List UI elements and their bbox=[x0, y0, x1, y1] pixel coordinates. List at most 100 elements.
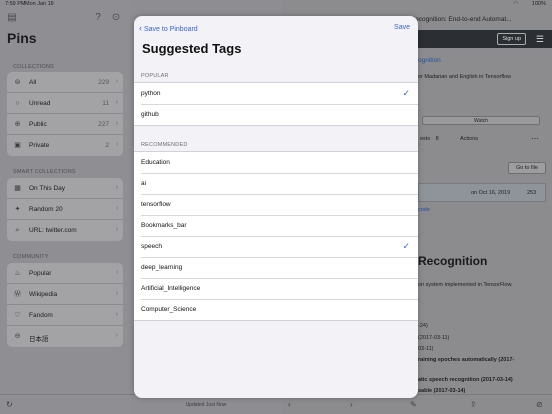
sidebar-item-label: Popular bbox=[29, 270, 52, 277]
globe-icon: ⊕ bbox=[14, 121, 21, 128]
sidebar-item-label: On This Day bbox=[29, 185, 66, 192]
readme-heading: Recognition bbox=[418, 254, 488, 268]
tag-row-python[interactable]: python ✓ bbox=[134, 83, 418, 104]
sidebar: ▤ ? ⊙ Pins COLLECTIONS ⊜ All 229 › ○ Unr… bbox=[0, 0, 130, 414]
repo-link[interactable]: ognition bbox=[418, 57, 441, 64]
sidebar-toolbar: ▤ ? ⊙ bbox=[6, 12, 124, 26]
sidebar-item-all[interactable]: ⊜ All 229 › bbox=[7, 72, 123, 93]
go-to-file-button[interactable]: Go to file bbox=[508, 162, 546, 174]
sidebar-toggle-icon[interactable]: ▤ bbox=[6, 12, 18, 24]
sidebar-item-label: URL: twitter.com bbox=[29, 227, 77, 234]
sidebar-item-popular[interactable]: ♨ Popular › bbox=[7, 263, 123, 284]
sidebar-item-fandom[interactable]: ♡ Fandom › bbox=[7, 305, 123, 326]
tag-row-computer-science[interactable]: Computer_Science bbox=[134, 299, 418, 320]
sidebar-item-label: Public bbox=[29, 121, 47, 128]
settings-icon[interactable]: ⊙ bbox=[110, 12, 122, 24]
chevron-right-icon: › bbox=[115, 184, 118, 191]
sidebar-item-count: 2 bbox=[105, 142, 109, 149]
readme-line: 03-11) bbox=[418, 346, 434, 352]
sidebar-item-japanese[interactable]: ⊖ 日本語 › bbox=[7, 326, 123, 347]
sidebar-title: Pins bbox=[7, 30, 37, 46]
updated-status: Updated Just Now bbox=[185, 402, 227, 408]
sparkle-icon: ✦ bbox=[14, 206, 21, 213]
readme-line: atic speech recognition (2017-03-14) bbox=[418, 377, 513, 383]
checkmark-icon: ✓ bbox=[402, 241, 410, 251]
back-to-pinboard-button[interactable]: ‹ Save to Pinboard bbox=[139, 23, 198, 33]
checkmark-icon: ✓ bbox=[402, 88, 410, 98]
tag-label: python bbox=[141, 90, 161, 97]
popular-header: POPULAR bbox=[141, 73, 169, 79]
flame-icon: ♨ bbox=[14, 270, 21, 277]
compass-icon[interactable]: ⊘ bbox=[536, 400, 543, 409]
tag-label: Bookmarks_bar bbox=[141, 222, 187, 229]
chevron-right-icon: › bbox=[115, 120, 118, 127]
readme-line: -24) bbox=[418, 323, 428, 329]
back-button-label: Save to Pinboard bbox=[144, 26, 198, 33]
circle-icon: ○ bbox=[15, 100, 20, 107]
commit-date: on Oct 16, 2019 bbox=[471, 190, 511, 196]
lock-icon: ▣ bbox=[14, 142, 21, 149]
sidebar-item-label: Private bbox=[29, 142, 50, 149]
sidebar-item-label: Unread bbox=[29, 100, 51, 107]
actions-tab[interactable]: Actions bbox=[460, 136, 478, 142]
tag-row-bookmarks-bar[interactable]: Bookmarks_bar bbox=[134, 215, 418, 236]
tag-label: github bbox=[141, 111, 159, 118]
chevron-left-icon: ‹ bbox=[139, 23, 142, 33]
signup-button[interactable]: Sign up bbox=[497, 33, 526, 45]
chevron-right-icon: › bbox=[115, 141, 118, 148]
tag-row-education[interactable]: Education bbox=[134, 152, 418, 173]
forward-arrow-icon[interactable]: › bbox=[350, 400, 353, 409]
smart-collections-group: ▦ On This Day › ✦ Random 20 › ⌕ URL: twi… bbox=[7, 178, 123, 241]
tag-label: Artificial_Intelligence bbox=[141, 285, 201, 292]
save-button[interactable]: Save bbox=[394, 24, 410, 31]
sidebar-item-unread[interactable]: ○ Unread 11 › bbox=[7, 93, 123, 114]
tag-row-tensorflow[interactable]: tensorflow bbox=[134, 194, 418, 215]
edit-icon[interactable]: ✎ bbox=[410, 400, 417, 409]
wifi-icon: ◠ bbox=[513, 1, 518, 7]
sidebar-item-private[interactable]: ▣ Private 2 › bbox=[7, 135, 123, 156]
sidebar-item-url-twitter[interactable]: ⌕ URL: twitter.com › bbox=[7, 220, 123, 241]
sidebar-item-count: 11 bbox=[102, 100, 109, 107]
refresh-icon[interactable]: ↻ bbox=[6, 400, 13, 409]
japanese-icon: ⊖ bbox=[14, 333, 21, 340]
back-arrow-icon[interactable]: ‹ bbox=[288, 400, 291, 409]
hamburger-menu-icon[interactable]: ☰ bbox=[536, 33, 544, 45]
tag-label: tensorflow bbox=[141, 201, 171, 208]
watch-button[interactable]: Watch bbox=[422, 116, 540, 125]
search-icon: ⌕ bbox=[15, 227, 20, 234]
tag-label: Computer_Science bbox=[141, 306, 197, 313]
tab-label: Actions bbox=[460, 136, 479, 142]
recommended-tag-list: Education ai tensorflow Bookmarks_bar sp… bbox=[134, 151, 418, 321]
share-icon[interactable]: ⇪ bbox=[470, 400, 477, 409]
chevron-right-icon: › bbox=[115, 311, 118, 318]
chevron-right-icon: › bbox=[115, 332, 118, 339]
suggested-tags-sheet: ‹ Save to Pinboard Save Suggested Tags PO… bbox=[134, 16, 418, 398]
commit-count[interactable]: 253 bbox=[527, 190, 536, 196]
sidebar-item-label: Random 20 bbox=[29, 206, 63, 213]
sidebar-item-on-this-day[interactable]: ▦ On This Day › bbox=[7, 178, 123, 199]
tag-row-deep-learning[interactable]: deep_learning bbox=[134, 257, 418, 278]
sidebar-item-label: All bbox=[29, 79, 37, 86]
tag-row-speech[interactable]: speech ✓ bbox=[134, 236, 418, 257]
more-icon[interactable]: ⋯ bbox=[531, 134, 539, 143]
readme-line: raining epoches automatically (2017- bbox=[418, 357, 515, 363]
tag-row-github[interactable]: github bbox=[134, 104, 418, 125]
pull-requests-tab[interactable]: ests 8 bbox=[420, 136, 439, 142]
wikipedia-icon: Ⓦ bbox=[14, 291, 21, 298]
heart-icon: ♡ bbox=[14, 312, 21, 319]
status-bar: 7:59 PM Mon Jan 18 ◠ 100% bbox=[0, 0, 552, 9]
calendar-icon: ▦ bbox=[14, 185, 21, 192]
help-icon[interactable]: ? bbox=[92, 12, 104, 24]
go-to-file-label: Go to file bbox=[515, 165, 538, 171]
sidebar-item-count: 227 bbox=[98, 121, 109, 128]
tag-label: speech bbox=[141, 243, 162, 250]
tag-label: deep_learning bbox=[141, 264, 183, 271]
code-link[interactable]: code bbox=[418, 207, 430, 213]
chevron-right-icon: › bbox=[115, 205, 118, 212]
sidebar-item-public[interactable]: ⊕ Public 227 › bbox=[7, 114, 123, 135]
tag-row-ai[interactable]: ai bbox=[134, 173, 418, 194]
sidebar-item-wikipedia[interactable]: Ⓦ Wikipedia › bbox=[7, 284, 123, 305]
status-date: Mon Jan 18 bbox=[25, 1, 54, 7]
tag-row-artificial-intelligence[interactable]: Artificial_Intelligence bbox=[134, 278, 418, 299]
sidebar-item-random-20[interactable]: ✦ Random 20 › bbox=[7, 199, 123, 220]
